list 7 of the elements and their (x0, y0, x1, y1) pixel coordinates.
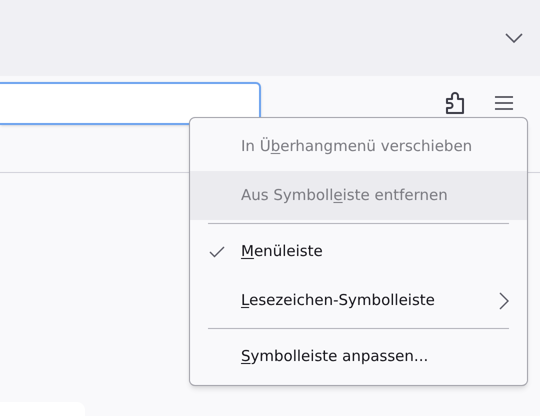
menu-item[interactable]: Menüleiste (190, 227, 527, 276)
menu-item[interactable]: Lesezeichen-Symbolleiste (190, 276, 527, 325)
puzzle-piece-icon[interactable] (444, 91, 466, 115)
menu-item[interactable]: Symbolleiste anpassen... (190, 332, 527, 381)
address-field[interactable] (0, 82, 261, 124)
menu-icon[interactable] (494, 95, 514, 111)
chevron-down-icon[interactable] (504, 32, 524, 44)
